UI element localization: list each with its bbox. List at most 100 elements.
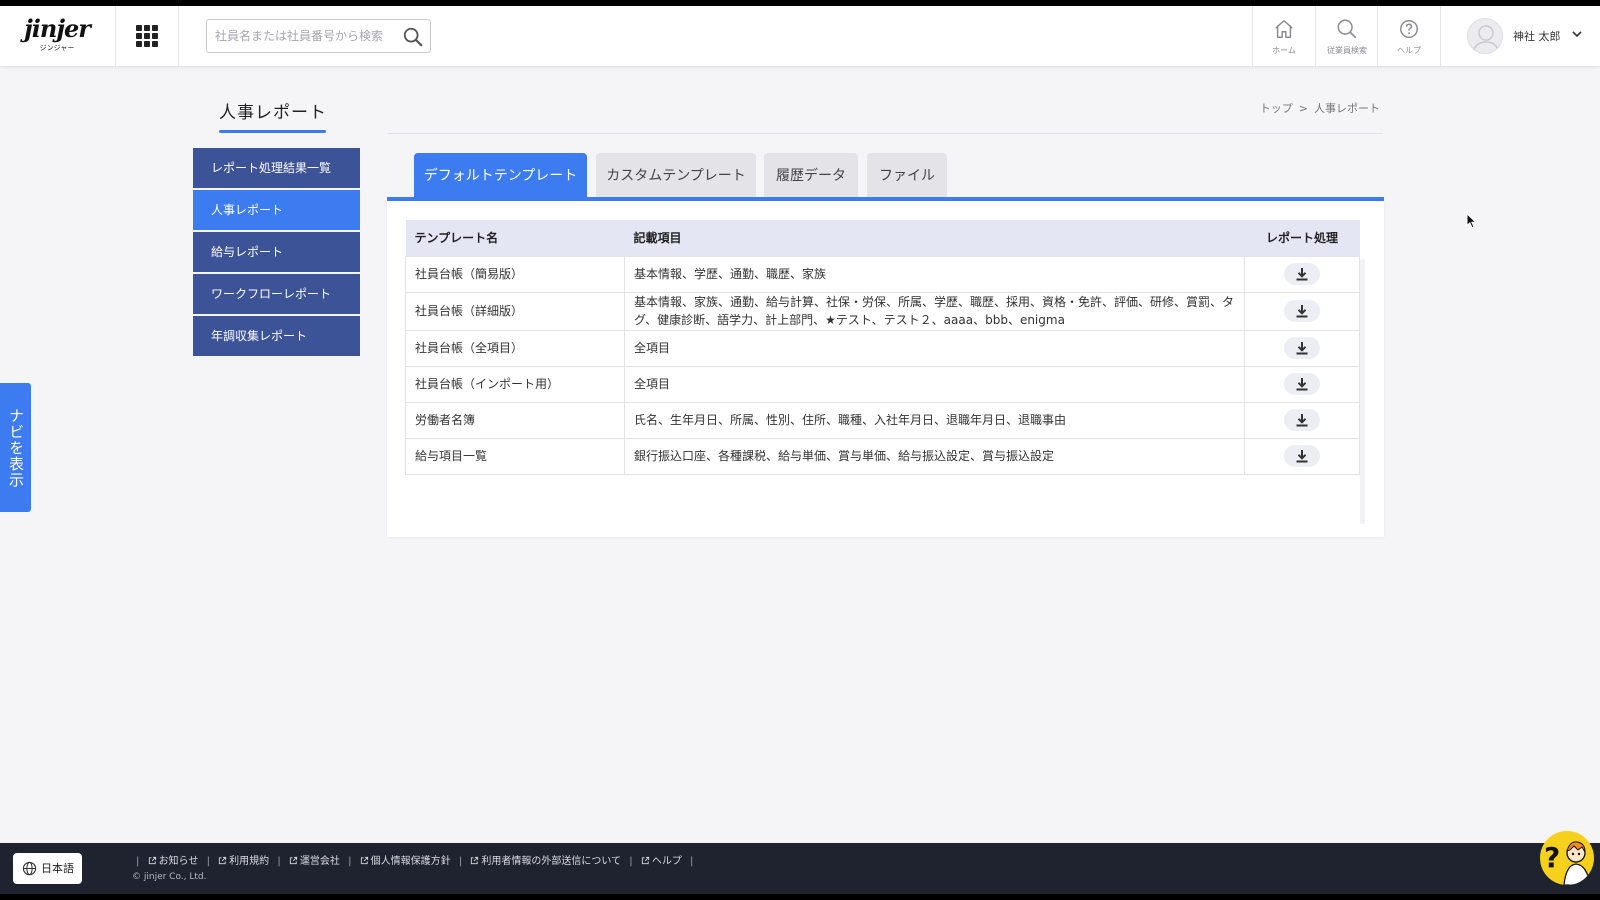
template-items: 氏名、生年月日、所属、性別、住所、職種、入社年月日、退職年月日、退職事由 — [624, 401, 1245, 439]
app-frame: jinjer ジンジャー ホーム 従業 — [0, 6, 1600, 894]
sidebar-item-hr-report[interactable]: 人事レポート — [193, 190, 360, 230]
footer-link-company[interactable]: 運営会社 — [289, 856, 340, 867]
template-table: テンプレート名 記載項目 レポート処理 社員台帳（簡易版） 基本情報、学歴、通勤… — [405, 220, 1360, 475]
action-cell — [1244, 291, 1360, 331]
external-link-icon — [219, 856, 227, 865]
avatar — [1467, 18, 1503, 54]
template-panel: テンプレート名 記載項目 レポート処理 社員台帳（簡易版） 基本情報、学歴、通勤… — [387, 201, 1384, 537]
employee-search-box — [206, 19, 431, 53]
top-header: jinjer ジンジャー ホーム 従業 — [0, 6, 1600, 67]
template-items: 全項目 — [624, 329, 1245, 367]
employee-search-input[interactable] — [207, 20, 397, 52]
employee-search-nav-label: 従業員検索 — [1327, 46, 1367, 55]
report-sidebar: レポート処理結果一覧 人事レポート 給与レポート ワークフローレポート 年調収集… — [193, 148, 360, 358]
show-navi-toggle[interactable]: ナビを表示 — [0, 383, 31, 512]
download-button[interactable] — [1284, 263, 1320, 285]
column-header-items: 記載項目 — [624, 220, 1245, 256]
template-items: 全項目 — [624, 365, 1245, 403]
download-icon — [1296, 342, 1308, 355]
template-items: 銀行振込口座、各種課税、給与単価、賞与単価、給与振込設定、賞与振込設定 — [624, 437, 1245, 475]
table-row: 社員台帳（簡易版） 基本情報、学歴、通勤、職歴、家族 — [405, 255, 1360, 293]
external-link-icon — [289, 856, 297, 865]
download-button[interactable] — [1284, 373, 1320, 395]
download-icon — [1296, 450, 1308, 463]
footer-link-label: 運営会社 — [299, 856, 340, 867]
svg-text:?: ? — [1544, 841, 1560, 874]
tab-default-template[interactable]: デフォルトテンプレート — [414, 153, 587, 199]
home-nav-button[interactable]: ホーム — [1253, 6, 1315, 67]
tab-file[interactable]: ファイル — [867, 153, 947, 199]
tab-history-data[interactable]: 履歴データ — [764, 153, 858, 199]
download-button[interactable] — [1284, 445, 1320, 467]
search-icon[interactable] — [402, 26, 424, 48]
download-icon — [1296, 414, 1308, 427]
footer-links: | お知らせ | 利用規約 | 運営会社 | 個人情報保護方針 | 利用者情報の… — [136, 856, 694, 867]
template-name: 社員台帳（インポート用） — [405, 365, 625, 403]
table-row: 社員台帳（詳細版） 基本情報、家族、通勤、給与計算、社保・労保、所属、学歴、職歴… — [405, 291, 1360, 331]
template-name: 社員台帳（全項目） — [405, 329, 625, 367]
mouse-cursor-icon — [1466, 213, 1477, 229]
help-nav-button[interactable]: ヘルプ — [1378, 6, 1440, 67]
language-button[interactable]: 日本語 — [13, 853, 82, 884]
table-row: 労働者名簿 氏名、生年月日、所属、性別、住所、職種、入社年月日、退職年月日、退職… — [405, 401, 1360, 439]
footer-link-help[interactable]: ヘルプ — [641, 856, 682, 867]
sidebar-item-year-end-report[interactable]: 年調収集レポート — [193, 316, 360, 356]
footer-link-label: お知らせ — [158, 856, 199, 867]
table-row: 社員台帳（全項目） 全項目 — [405, 329, 1360, 367]
title-underline — [219, 130, 326, 133]
download-icon — [1296, 305, 1308, 318]
breadcrumb: トップ > 人事レポート — [1257, 100, 1383, 116]
table-row: 給与項目一覧 銀行振込口座、各種課税、給与単価、賞与単価、給与振込設定、賞与振込… — [405, 437, 1360, 475]
help-character-icon: ? — [1544, 841, 1591, 885]
action-cell — [1244, 365, 1360, 403]
footer-link-label: 利用規約 — [229, 856, 270, 867]
external-link-icon — [360, 856, 368, 865]
footer-link-privacy[interactable]: 個人情報保護方針 — [360, 856, 451, 867]
download-button[interactable] — [1284, 337, 1320, 359]
tab-custom-template[interactable]: カスタムテンプレート — [596, 153, 756, 199]
logo-word: jinjer — [24, 14, 91, 43]
jinjer-logo[interactable]: jinjer ジンジャー — [24, 14, 91, 58]
template-name: 社員台帳（詳細版） — [405, 291, 625, 331]
table-row: 社員台帳（インポート用） 全項目 — [405, 365, 1360, 403]
external-link-icon — [471, 856, 479, 865]
footer: 日本語 | お知らせ | 利用規約 | 運営会社 | 個人情報保護方針 | 利用… — [0, 843, 1600, 894]
user-menu[interactable]: 神社 太郎 — [1467, 6, 1592, 67]
action-cell — [1244, 437, 1360, 475]
download-button[interactable] — [1284, 300, 1320, 322]
template-name: 社員台帳（簡易版） — [405, 255, 625, 293]
action-cell — [1244, 255, 1360, 293]
divider — [1440, 6, 1441, 67]
table-scrollbar[interactable] — [1360, 259, 1365, 524]
template-name: 労働者名簿 — [405, 401, 625, 439]
employee-search-nav-button[interactable]: 従業員検索 — [1316, 6, 1378, 67]
help-assistant-button[interactable]: ? — [1540, 831, 1594, 885]
logo-subtitle: ジンジャー — [39, 44, 75, 52]
magnifier-icon — [1337, 19, 1357, 39]
column-header-template-name: テンプレート名 — [405, 220, 625, 256]
column-header-report-action: レポート処理 — [1244, 220, 1360, 256]
page-title: 人事レポート — [219, 103, 327, 123]
divider — [178, 6, 179, 67]
divider — [115, 6, 116, 67]
sidebar-item-workflow-report[interactable]: ワークフローレポート — [193, 274, 360, 314]
table-header-row: テンプレート名 記載項目 レポート処理 — [405, 220, 1360, 256]
footer-link-label: 個人情報保護方針 — [370, 856, 451, 867]
action-cell — [1244, 329, 1360, 367]
app-grid-icon[interactable] — [136, 25, 158, 47]
download-icon — [1296, 378, 1308, 391]
download-button[interactable] — [1284, 409, 1320, 431]
copyright: © jinjer Co., Ltd. — [132, 872, 207, 882]
user-name: 神社 太郎 — [1513, 30, 1561, 43]
globe-icon — [22, 861, 37, 876]
footer-link-label: ヘルプ — [651, 856, 682, 867]
footer-link-news[interactable]: お知らせ — [148, 856, 199, 867]
footer-link-terms[interactable]: 利用規約 — [218, 856, 269, 867]
chevron-down-icon — [1572, 31, 1582, 38]
footer-link-external-transmission[interactable]: 利用者情報の外部送信について — [470, 856, 621, 867]
home-nav-label: ホーム — [1272, 46, 1296, 55]
breadcrumb-separator: > — [1298, 102, 1308, 115]
sidebar-item-payroll-report[interactable]: 給与レポート — [193, 232, 360, 272]
sidebar-item-report-results[interactable]: レポート処理結果一覧 — [193, 148, 360, 188]
breadcrumb-top-link[interactable]: トップ — [1260, 102, 1293, 115]
